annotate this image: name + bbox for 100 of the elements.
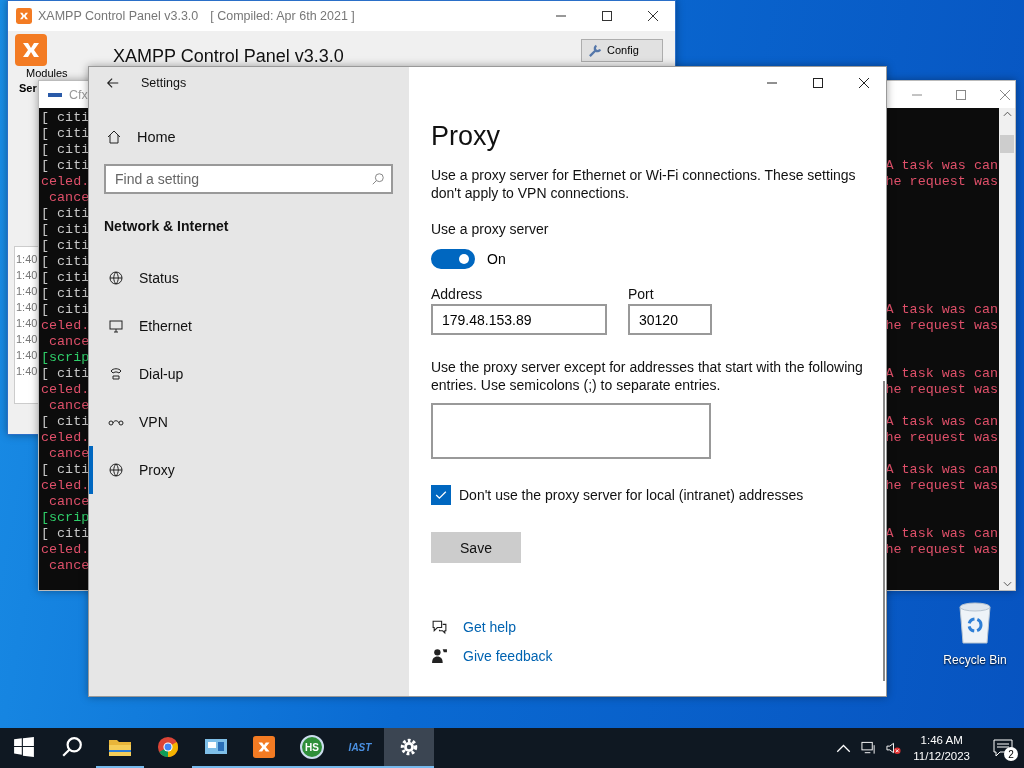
console-line: [ citi <box>41 126 90 142</box>
console-line: [ citi <box>41 222 90 238</box>
scroll-bar[interactable] <box>883 381 885 681</box>
console-line: [scrip <box>41 510 90 526</box>
help-link[interactable]: Get help <box>463 618 516 635</box>
scroll-bar[interactable] <box>999 108 1015 590</box>
sidebar-item[interactable]: Status <box>89 254 409 302</box>
window-subtitle: [ Compiled: Apr 6th 2021 ] <box>210 9 355 23</box>
desktop-icon[interactable]: Recycle Bin <box>940 601 1010 667</box>
log-time: 1:40 <box>16 252 38 267</box>
console-line: celed. <box>41 478 90 494</box>
sidebar-item[interactable]: Dial-up <box>89 350 409 398</box>
console-line: cance <box>48 190 90 206</box>
app-badge: HS <box>300 735 324 759</box>
console-line: celed. <box>41 430 90 446</box>
log-time: 1:40 <box>16 332 38 347</box>
home-icon <box>106 129 122 145</box>
console-line: he request was <box>885 542 998 558</box>
checkbox-label: Don't use the proxy server for local (intranet) addresses <box>459 487 804 503</box>
taskbar-app[interactable]: HS <box>288 728 336 768</box>
console-line: [ citi <box>41 270 90 286</box>
address-field[interactable]: 179.48.153.89 <box>431 304 607 335</box>
window-title: Cfx <box>69 87 88 102</box>
globe-icon <box>108 462 124 478</box>
field-label: Port <box>628 286 655 302</box>
page-title: Proxy <box>431 121 501 152</box>
clock-date[interactable]: 11/12/2023 <box>913 748 970 764</box>
close-icon[interactable] <box>858 77 870 89</box>
back-icon[interactable] <box>106 76 120 90</box>
console-line: he request was <box>885 382 998 398</box>
panel-heading: XAMPP Control Panel v3.3.0 <box>113 45 344 67</box>
chat-bubble-icon <box>431 618 448 635</box>
console-line: cance <box>48 446 90 462</box>
app-title: Settings <box>141 76 187 90</box>
description-text: Use a proxy server for Ethernet or Wi-Fi connections. These settings don't apply to VPN connections. <box>431 166 857 202</box>
maximize-icon[interactable] <box>601 10 613 22</box>
console-line: celed. <box>41 382 90 398</box>
home-label: Home <box>137 129 176 145</box>
monitor-icon <box>108 318 124 334</box>
globe-icon <box>108 270 124 286</box>
sidebar-item[interactable]: Ethernet <box>89 302 409 350</box>
config-button[interactable]: Config <box>581 38 663 62</box>
window-title: XAMPP Control Panel v3.3.0 <box>38 9 199 23</box>
console-line: [ citi <box>41 238 90 254</box>
notification-count: 2 <box>1004 747 1018 761</box>
console-line: [ citi <box>41 142 90 158</box>
log-time: 1:40 <box>16 284 38 299</box>
sidebar-item[interactable]: VPN <box>89 398 409 446</box>
person-icon <box>431 647 448 664</box>
field-label: Address <box>431 286 484 302</box>
desktop-icon-label: Recycle Bin <box>943 653 1007 667</box>
search-icon <box>371 172 385 186</box>
console-line: [ citi <box>41 206 90 222</box>
console-line: he request was <box>885 478 998 494</box>
taskbar-app[interactable] <box>384 728 434 768</box>
section-heading: Network & Internet <box>104 218 230 234</box>
log-time: 1:40 <box>16 364 38 379</box>
port-field[interactable]: 30120 <box>628 304 712 335</box>
browser-icon <box>156 736 180 758</box>
wrench-icon <box>588 42 603 58</box>
toggle-switch[interactable] <box>431 249 475 269</box>
column-header: Ser <box>19 82 37 94</box>
toggle-state: On <box>487 251 506 267</box>
console-line: [ citi <box>41 526 90 542</box>
console-line: celed. <box>41 174 90 190</box>
help-link[interactable]: Give feedback <box>463 647 553 664</box>
maximize-icon[interactable] <box>812 77 824 89</box>
description-text: Use the proxy server except for addresses that start with the following entries. Use semicolons (;) to separate entries. <box>431 358 864 394</box>
console-line: [ citi <box>41 286 90 302</box>
notifications-button[interactable]: 2 <box>988 733 1018 763</box>
close-icon[interactable] <box>647 10 659 22</box>
sidebar-item-label: Proxy <box>139 462 175 478</box>
sidebar-item-label: VPN <box>139 414 168 430</box>
sidebar-item-label: Ethernet <box>139 318 192 334</box>
console-line: celed. <box>41 318 90 334</box>
console-line: celed. <box>41 542 90 558</box>
save-button[interactable]: Save <box>431 532 521 563</box>
clock-time[interactable]: 1:46 AM <box>920 732 963 748</box>
network-icon[interactable] <box>861 741 877 755</box>
search-field[interactable]: Find a setting <box>104 164 393 194</box>
console-line: cance <box>48 398 90 414</box>
search-icon <box>60 736 84 758</box>
log-time: 1:40 <box>16 316 38 331</box>
console-line: [scrip <box>41 350 90 366</box>
log-time: 1:40 <box>16 268 38 283</box>
console-line: he request was <box>885 430 998 446</box>
setting-label: Use a proxy server <box>431 221 549 237</box>
console-line: cance <box>48 334 90 350</box>
xampp-logo-icon <box>252 736 276 758</box>
console-line: [ citi <box>41 366 90 382</box>
xampp-logo-icon <box>15 34 47 66</box>
xampp-logo-icon <box>16 8 32 24</box>
exceptions-field[interactable] <box>431 403 711 459</box>
modules-label: Modules <box>26 67 68 79</box>
home-link[interactable]: Home <box>89 129 409 145</box>
checkbox[interactable] <box>431 485 451 505</box>
console-line: [ citi <box>41 462 90 478</box>
sidebar-item-label: Status <box>139 270 179 286</box>
console-line: [ citi <box>41 158 90 174</box>
speaker-muted-icon[interactable] <box>886 741 902 755</box>
